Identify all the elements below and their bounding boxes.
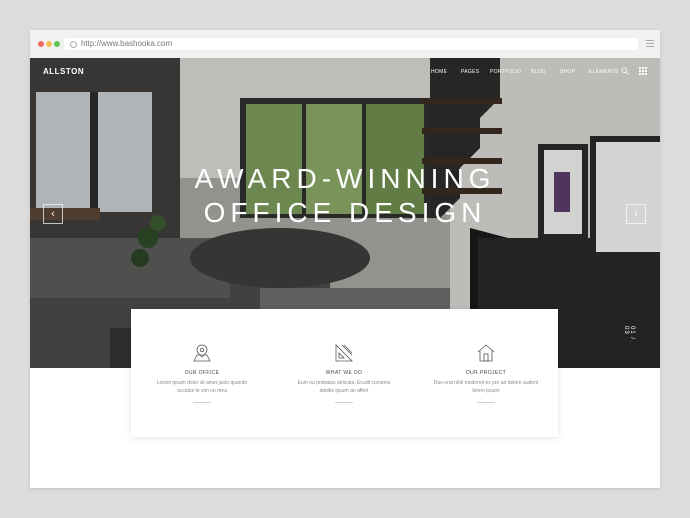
- minimize-window-button[interactable]: [46, 41, 52, 47]
- hero-title-line1: AWARD-WINNING: [194, 163, 496, 194]
- service-title: OUR OFFICE: [184, 370, 220, 376]
- nav-item-portfolio[interactable]: PORTFOLIO: [490, 69, 522, 75]
- read-more-link[interactable]: [477, 402, 495, 403]
- globe-icon: [70, 41, 77, 48]
- service-title: WHAT WE DO: [325, 370, 363, 376]
- maximize-window-button[interactable]: [54, 41, 60, 47]
- service-what-we-do: WHAT WE DO Eum eu probatus delicata. Eru…: [273, 309, 415, 437]
- house-icon: [477, 344, 495, 362]
- map-pin-icon: [193, 344, 211, 362]
- read-more-link[interactable]: [193, 402, 211, 403]
- address-bar[interactable]: http://www.bashooka.com: [64, 38, 638, 50]
- chevron-left-icon: ‹: [51, 208, 55, 220]
- slider-next-button[interactable]: ›: [626, 204, 646, 224]
- hero-title: AWARD-WINNING OFFICE DESIGN: [30, 162, 660, 230]
- nav-item-home[interactable]: HOME: [431, 69, 447, 75]
- grid-menu-icon[interactable]: [639, 67, 647, 75]
- nav-item-blog[interactable]: BLOG: [531, 69, 546, 75]
- ruler-triangle-icon: [335, 344, 353, 362]
- hamburger-menu-icon[interactable]: [646, 40, 654, 49]
- slide-counter: 01 / 03: [623, 326, 635, 341]
- chevron-right-icon: ›: [634, 208, 638, 220]
- service-title: OUR PROJECT: [465, 370, 507, 376]
- service-our-project: OUR PROJECT Duo erat nihil modernit ex p…: [415, 309, 557, 437]
- close-window-button[interactable]: [38, 41, 44, 47]
- service-description: Lorem ipsum dolor sit amet justo quando …: [156, 380, 248, 394]
- read-more-link[interactable]: [335, 402, 353, 403]
- nav-item-elements[interactable]: ELEMENTS: [589, 69, 618, 75]
- site-navbar: ALLSTON HOME PAGES PORTFOLIO BLOG SHOP E…: [30, 58, 660, 84]
- service-description: Eum eu probatus delicata. Erudit consono…: [297, 380, 391, 394]
- site-logo[interactable]: ALLSTON: [43, 67, 84, 76]
- nav-item-pages[interactable]: PAGES: [461, 69, 479, 75]
- search-icon[interactable]: [621, 67, 629, 75]
- hero-title-line2: OFFICE DESIGN: [203, 197, 487, 228]
- service-description: Duo erat nihil modernit ex pro ad delore…: [433, 380, 539, 394]
- slider-prev-button[interactable]: ‹: [43, 204, 63, 224]
- address-url: http://www.bashooka.com: [81, 39, 173, 48]
- browser-chrome: http://www.bashooka.com: [30, 30, 660, 59]
- service-our-office: OUR OFFICE Lorem ipsum dolor sit amet ju…: [131, 309, 273, 437]
- nav-item-shop[interactable]: SHOP: [560, 69, 575, 75]
- services-card: OUR OFFICE Lorem ipsum dolor sit amet ju…: [131, 309, 558, 437]
- browser-window: http://www.bashooka.com ALLSTON HOME PAG…: [30, 30, 660, 488]
